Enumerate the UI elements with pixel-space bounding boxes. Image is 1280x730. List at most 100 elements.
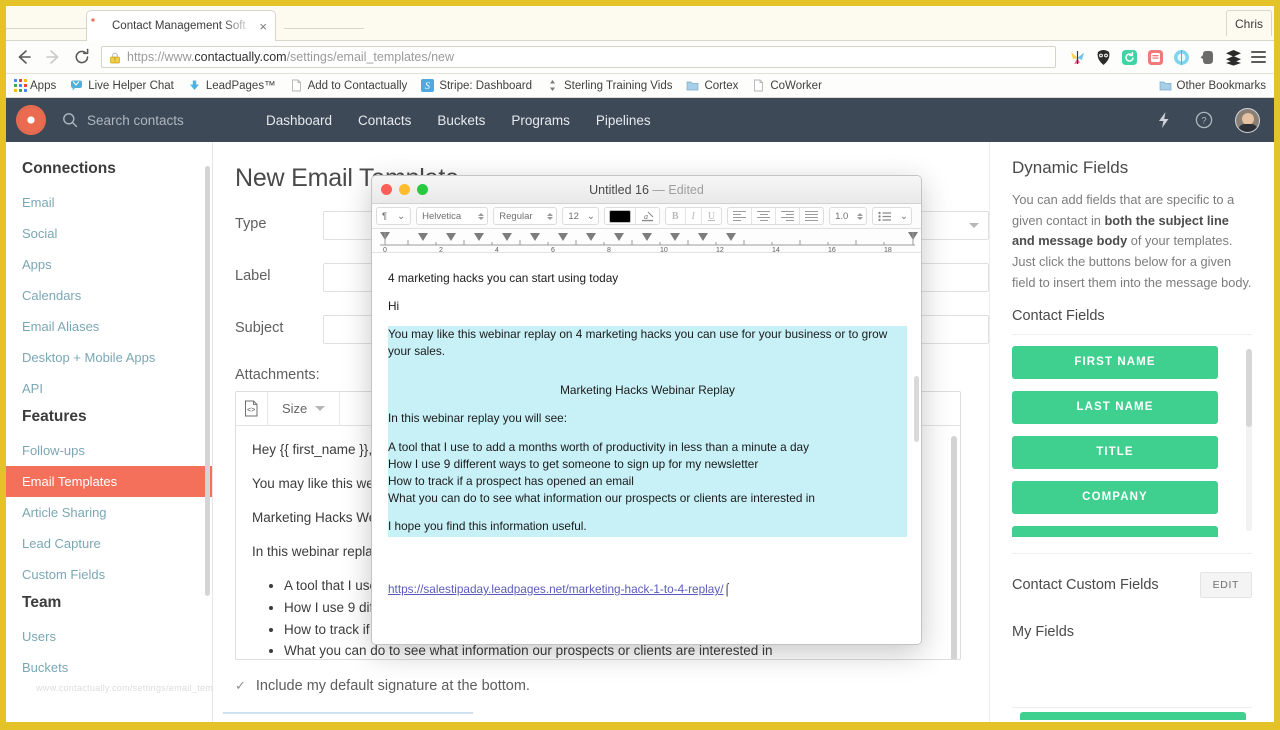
bookmark-other-bookmarks[interactable]: Other Bookmarks xyxy=(1159,79,1266,92)
chrome-profile-button[interactable]: Chris xyxy=(1225,10,1272,36)
bookmark-cortex[interactable]: Cortex xyxy=(686,79,738,92)
alignment-group[interactable] xyxy=(727,207,825,225)
svg-text:<>: <> xyxy=(247,407,255,415)
sidebar-item-users[interactable]: Users xyxy=(6,621,212,652)
browser-tab[interactable]: Contact Management Soft × xyxy=(86,10,276,41)
text-color-swatch[interactable] xyxy=(605,208,635,224)
italic-button[interactable]: I xyxy=(686,208,701,224)
list-style-select[interactable]: ⌄ xyxy=(872,207,912,225)
bookmark-leadpages[interactable]: LeadPages™ xyxy=(188,79,276,92)
font-size-select[interactable]: 12 ⌄ xyxy=(562,207,599,225)
form-label-subject: Subject xyxy=(235,320,284,336)
align-left-icon[interactable] xyxy=(728,210,751,222)
source-code-icon[interactable]: <> xyxy=(236,392,268,425)
buffer-icon[interactable] xyxy=(1225,49,1242,66)
align-center-icon[interactable] xyxy=(752,210,775,222)
sidebar-item-social[interactable]: Social xyxy=(6,218,212,249)
sidebar-scrollbar[interactable] xyxy=(205,166,210,596)
text-highlight-icon[interactable]: a xyxy=(636,208,659,224)
sidebar-item-email-templates[interactable]: Email Templates xyxy=(6,466,212,497)
lastpass-icon[interactable] xyxy=(1147,49,1164,66)
field-button-title[interactable]: TITLE xyxy=(1012,435,1218,469)
sidebar-item-api[interactable]: API xyxy=(6,373,212,404)
sidebar-item-calendars[interactable]: Calendars xyxy=(6,280,212,311)
bookmark-apps[interactable]: Apps xyxy=(14,79,56,92)
nav-dashboard[interactable]: Dashboard xyxy=(266,113,332,128)
contactually-logo-icon[interactable] xyxy=(18,107,44,133)
chevron-down-icon: ⌄ xyxy=(900,210,908,222)
bookmark-sterling-training-vids[interactable]: Sterling Training Vids xyxy=(546,79,672,92)
bookmark-coworker[interactable]: CoWorker xyxy=(752,79,822,92)
back-icon[interactable] xyxy=(14,47,34,67)
nav-pipelines[interactable]: Pipelines xyxy=(596,113,651,128)
editor-scrollbar[interactable] xyxy=(951,436,957,659)
paragraph-style-select[interactable]: ¶ ⌄ xyxy=(376,207,412,225)
chrome-menu-icon[interactable] xyxy=(1251,51,1266,63)
browser-toolbar: ! https://www.contactually.com/settings/… xyxy=(6,41,1274,74)
sidebar-item-desktop-mobile-apps[interactable]: Desktop + Mobile Apps xyxy=(6,342,212,373)
align-justify-icon[interactable] xyxy=(800,210,823,222)
edit-custom-fields-button[interactable]: EDIT xyxy=(1199,571,1252,598)
bookmark-live-helper-chat[interactable]: Live Helper Chat xyxy=(70,79,174,92)
search-input[interactable]: Search contacts xyxy=(87,113,184,128)
nav-buckets[interactable]: Buckets xyxy=(437,113,485,128)
bookmark-label: Apps xyxy=(30,79,57,92)
text-style-group[interactable]: B I U xyxy=(664,207,723,225)
sidebar-item-email[interactable]: Email xyxy=(6,187,212,218)
butterfly-icon[interactable] xyxy=(1069,49,1086,66)
my-fields-heading: My Fields xyxy=(1012,623,1075,640)
blue-circle-icon[interactable] xyxy=(1173,49,1190,66)
editor-size-select[interactable]: Size xyxy=(268,392,341,425)
help-icon[interactable]: ? xyxy=(1195,111,1213,129)
sidebar-item-custom-fields[interactable]: Custom Fields xyxy=(6,559,212,590)
tab-strip-divider-right xyxy=(284,28,364,29)
address-bar[interactable]: ! https://www.contactually.com/settings/… xyxy=(101,46,1056,68)
close-window-icon[interactable] xyxy=(381,184,392,195)
dynamic-fields-description: You can add fields that are specific to … xyxy=(1012,190,1252,294)
field-button-next[interactable] xyxy=(1012,525,1218,537)
textedit-window[interactable]: Untitled 16 — Edited ¶ ⌄ Helvetica Regul… xyxy=(371,175,922,645)
bolt-icon[interactable] xyxy=(1155,111,1173,129)
close-icon[interactable]: × xyxy=(259,20,269,33)
stepper-icon[interactable] xyxy=(854,212,866,220)
url-domain: contactually.com xyxy=(194,50,287,64)
bold-button[interactable]: B xyxy=(666,208,685,224)
field-list-scrollbar[interactable] xyxy=(1246,348,1252,427)
sidebar-item-email-aliases[interactable]: Email Aliases xyxy=(6,311,212,342)
sidebar-item-follow-ups[interactable]: Follow-ups xyxy=(6,435,212,466)
text-color-group[interactable]: a xyxy=(603,207,660,225)
font-family-select[interactable]: Helvetica xyxy=(416,207,489,225)
nav-contacts[interactable]: Contacts xyxy=(358,113,411,128)
line-spacing-select[interactable]: 1.0 xyxy=(829,207,868,225)
sidebar-item-lead-capture[interactable]: Lead Capture xyxy=(6,528,212,559)
sidebar-item-buckets[interactable]: Buckets xyxy=(6,652,212,683)
signature-checkbox-row[interactable]: ✓ Include my default signature at the bo… xyxy=(235,678,530,694)
textedit-ruler[interactable]: 0 2 4 6 8 10 12 14 16 18 xyxy=(372,229,921,253)
nav-programs[interactable]: Programs xyxy=(511,113,570,128)
underline-button[interactable]: U xyxy=(702,208,721,224)
stepper-icon[interactable] xyxy=(544,212,556,220)
textedit-titlebar[interactable]: Untitled 16 — Edited xyxy=(372,176,921,204)
reload-icon[interactable] xyxy=(72,47,92,67)
avatar[interactable] xyxy=(1235,107,1260,133)
sync-icon[interactable] xyxy=(1121,49,1138,66)
search-contacts[interactable]: Search contacts xyxy=(62,112,252,128)
bookmark-add-to-contactually[interactable]: Add to Contactually xyxy=(290,79,407,92)
my-fields-button-partial[interactable] xyxy=(1020,712,1246,720)
doc-replay-link[interactable]: https://salestipaday.leadpages.net/marke… xyxy=(388,582,724,596)
sidebar-item-article-sharing[interactable]: Article Sharing xyxy=(6,497,212,528)
bookmark-stripe-dashboard[interactable]: S Stripe: Dashboard xyxy=(421,79,532,92)
textedit-scrollbar[interactable] xyxy=(914,376,919,442)
evernote-elephant-icon[interactable] xyxy=(1199,49,1216,66)
stepper-icon[interactable] xyxy=(475,212,487,220)
align-right-icon[interactable] xyxy=(776,210,799,222)
maximize-window-icon[interactable] xyxy=(417,184,428,195)
field-button-first-name[interactable]: FIRST NAME xyxy=(1012,345,1218,379)
field-button-last-name[interactable]: LAST NAME xyxy=(1012,390,1218,424)
font-style-select[interactable]: Regular xyxy=(493,207,558,225)
sidebar-item-apps[interactable]: Apps xyxy=(6,249,212,280)
hootsuite-owl-icon[interactable] xyxy=(1095,49,1112,66)
minimize-window-icon[interactable] xyxy=(399,184,410,195)
textedit-document[interactable]: 4 marketing hacks you can start using to… xyxy=(372,254,921,644)
field-button-company[interactable]: COMPANY xyxy=(1012,480,1218,514)
